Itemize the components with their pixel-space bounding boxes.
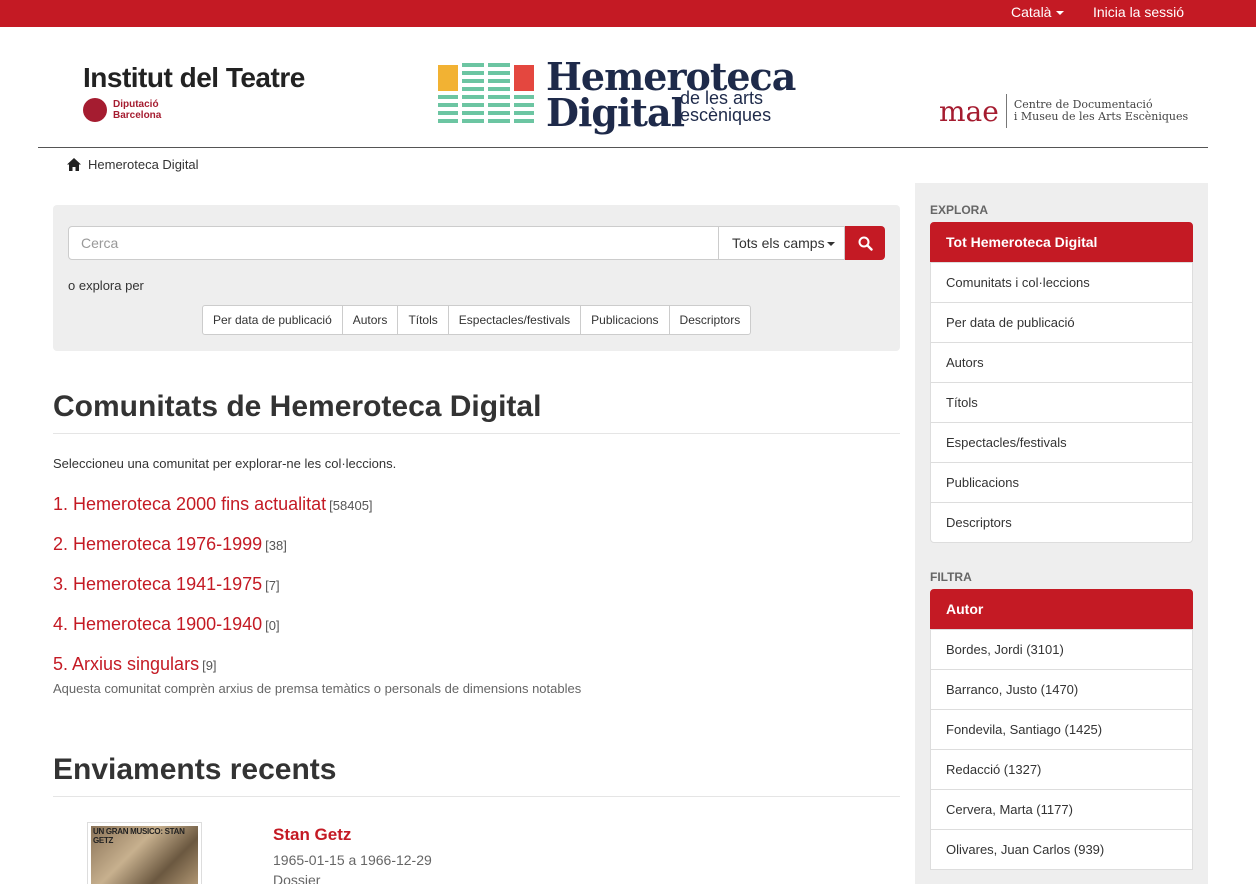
hemeroteca-digital-logo[interactable]: Hemeroteca Digital de les arts escènique… [438,54,796,135]
community-link[interactable]: 3. Hemeroteca 1941-1975 [7] [53,574,280,595]
community-count: [38] [265,538,287,553]
sidebar-item-date[interactable]: Per data de publicació [930,302,1193,343]
logo-word-digital: Digital [546,90,685,135]
institut-logo-title: Institut del Teatre [83,62,305,93]
browse-by-author-button[interactable]: Autors [341,305,399,335]
community-label: 1. Hemeroteca 2000 fins actualitat [53,494,327,514]
explore-heading: Explora [930,203,989,217]
mae-line2: i Museu de les Arts Escèniques [1013,110,1189,123]
search-button[interactable] [845,226,885,260]
community-label: 2. Hemeroteca 1976-1999 [53,534,263,554]
community-label: 3. Hemeroteca 1941-1975 [53,574,263,594]
institut-del-teatre-logo[interactable]: Institut del Teatre Diputació Barcelona [83,62,305,122]
thumbnail-image: UN GRAN MUSICO: STAN GETZ [91,826,198,884]
sidebar: Explora Tot Hemeroteca Digital Comunitat… [915,183,1208,884]
community-count: [58405] [329,498,373,513]
language-selector[interactable]: Català [1011,4,1065,20]
item-date: 1965-01-15 a 1966-12-29 [273,852,432,868]
recent-submissions-heading: Enviaments recents [53,753,337,786]
community-label: 4. Hemeroteca 1900-1940 [53,614,263,634]
newspaper-pages-icon [438,63,534,123]
sidebar-item-communities[interactable]: Comunitats i col·leccions [930,262,1193,303]
community-label: 5. Arxius singulars [53,654,200,674]
explore-by-label: o explora per [68,278,144,293]
mae-logo[interactable]: mae Centre de Documentació i Museu de le… [939,94,1188,128]
thumbnail-caption: UN GRAN MUSICO: STAN GETZ [93,827,185,845]
communities-heading-rule [53,433,900,434]
community-description: Aquesta comunitat comprèn arxius de prem… [53,681,582,696]
header-divider [38,147,1208,148]
community-link[interactable]: 4. Hemeroteca 1900-1940 [0] [53,614,280,635]
communities-intro: Seleccioneu una comunitat per explorar-n… [53,456,397,471]
caret-down-icon [826,242,835,247]
explore-list: Tot Hemeroteca Digital Comunitats i col·… [930,222,1193,543]
mae-divider [1005,94,1007,128]
logo-tagline-line2: escèniques [680,105,772,125]
filter-author-header[interactable]: Autor [930,589,1193,630]
communities-heading: Comunitats de Hemeroteca Digital [53,390,542,423]
diputacio-line2: Barcelona [113,110,162,121]
filter-author-item[interactable]: Redacció (1327) [930,749,1193,790]
recent-heading-rule [53,796,900,797]
browse-by-descriptor-button[interactable]: Descriptors [668,305,752,335]
item-thumbnail[interactable]: UN GRAN MUSICO: STAN GETZ [87,822,202,884]
browse-by-date-button[interactable]: Per data de publicació [202,305,343,335]
filter-author-item[interactable]: Fondevila, Santiago (1425) [930,709,1193,750]
community-link[interactable]: 5. Arxius singulars [9] [53,654,217,675]
filter-author-item[interactable]: Barranco, Justo (1470) [930,669,1193,710]
filter-heading: Filtra [930,570,972,584]
browse-button-group: Per data de publicació Autors Títols Esp… [202,305,752,335]
sidebar-item-authors[interactable]: Autors [930,342,1193,383]
browse-by-publication-button[interactable]: Publicacions [580,305,670,335]
home-icon [67,158,81,171]
community-link[interactable]: 2. Hemeroteca 1976-1999 [38] [53,534,287,555]
breadcrumb-home-link[interactable]: Hemeroteca Digital [88,157,199,172]
community-count: [9] [202,658,217,673]
search-input[interactable] [68,226,719,260]
filter-author-item[interactable]: Olivares, Juan Carlos (939) [930,829,1193,870]
browse-by-title-button[interactable]: Títols [397,305,449,335]
filter-author-item[interactable]: Cervera, Marta (1177) [930,789,1193,830]
community-count: [0] [265,618,280,633]
sidebar-item-descriptors[interactable]: Descriptors [930,502,1193,543]
search-icon [858,236,873,251]
breadcrumb: Hemeroteca Digital [67,157,199,172]
sidebar-item-shows[interactable]: Espectacles/festivals [930,422,1193,463]
filter-author-item[interactable]: Bordes, Jordi (3101) [930,629,1193,670]
diputacio-line1: Diputació [113,99,159,110]
mae-mark: mae [939,94,999,128]
community-count: [7] [265,578,280,593]
search-scope-label: Tots els camps [732,235,825,251]
diputacio-logo: Diputació Barcelona [83,98,305,122]
community-link[interactable]: 1. Hemeroteca 2000 fins actualitat [58405… [53,494,373,515]
sidebar-item-all[interactable]: Tot Hemeroteca Digital [930,222,1193,263]
caret-down-icon [1056,11,1065,16]
diputacio-seal-icon [83,98,107,122]
search-scope-dropdown[interactable]: Tots els camps [718,226,845,260]
item-type: Dossier [273,872,321,884]
language-label: Català [1011,4,1052,20]
login-link[interactable]: Inicia la sessió [1093,4,1184,20]
filter-list: Autor Bordes, Jordi (3101) Barranco, Jus… [930,589,1193,870]
search-panel: Tots els camps o explora per Per data de… [53,205,900,351]
logo-tagline: de les arts escèniques [680,89,772,125]
sidebar-item-titles[interactable]: Títols [930,382,1193,423]
sidebar-item-publications[interactable]: Publicacions [930,462,1193,503]
browse-by-show-button[interactable]: Espectacles/festivals [447,305,582,335]
item-title-link[interactable]: Stan Getz [273,825,351,845]
top-bar: Català Inicia la sessió [0,0,1256,27]
